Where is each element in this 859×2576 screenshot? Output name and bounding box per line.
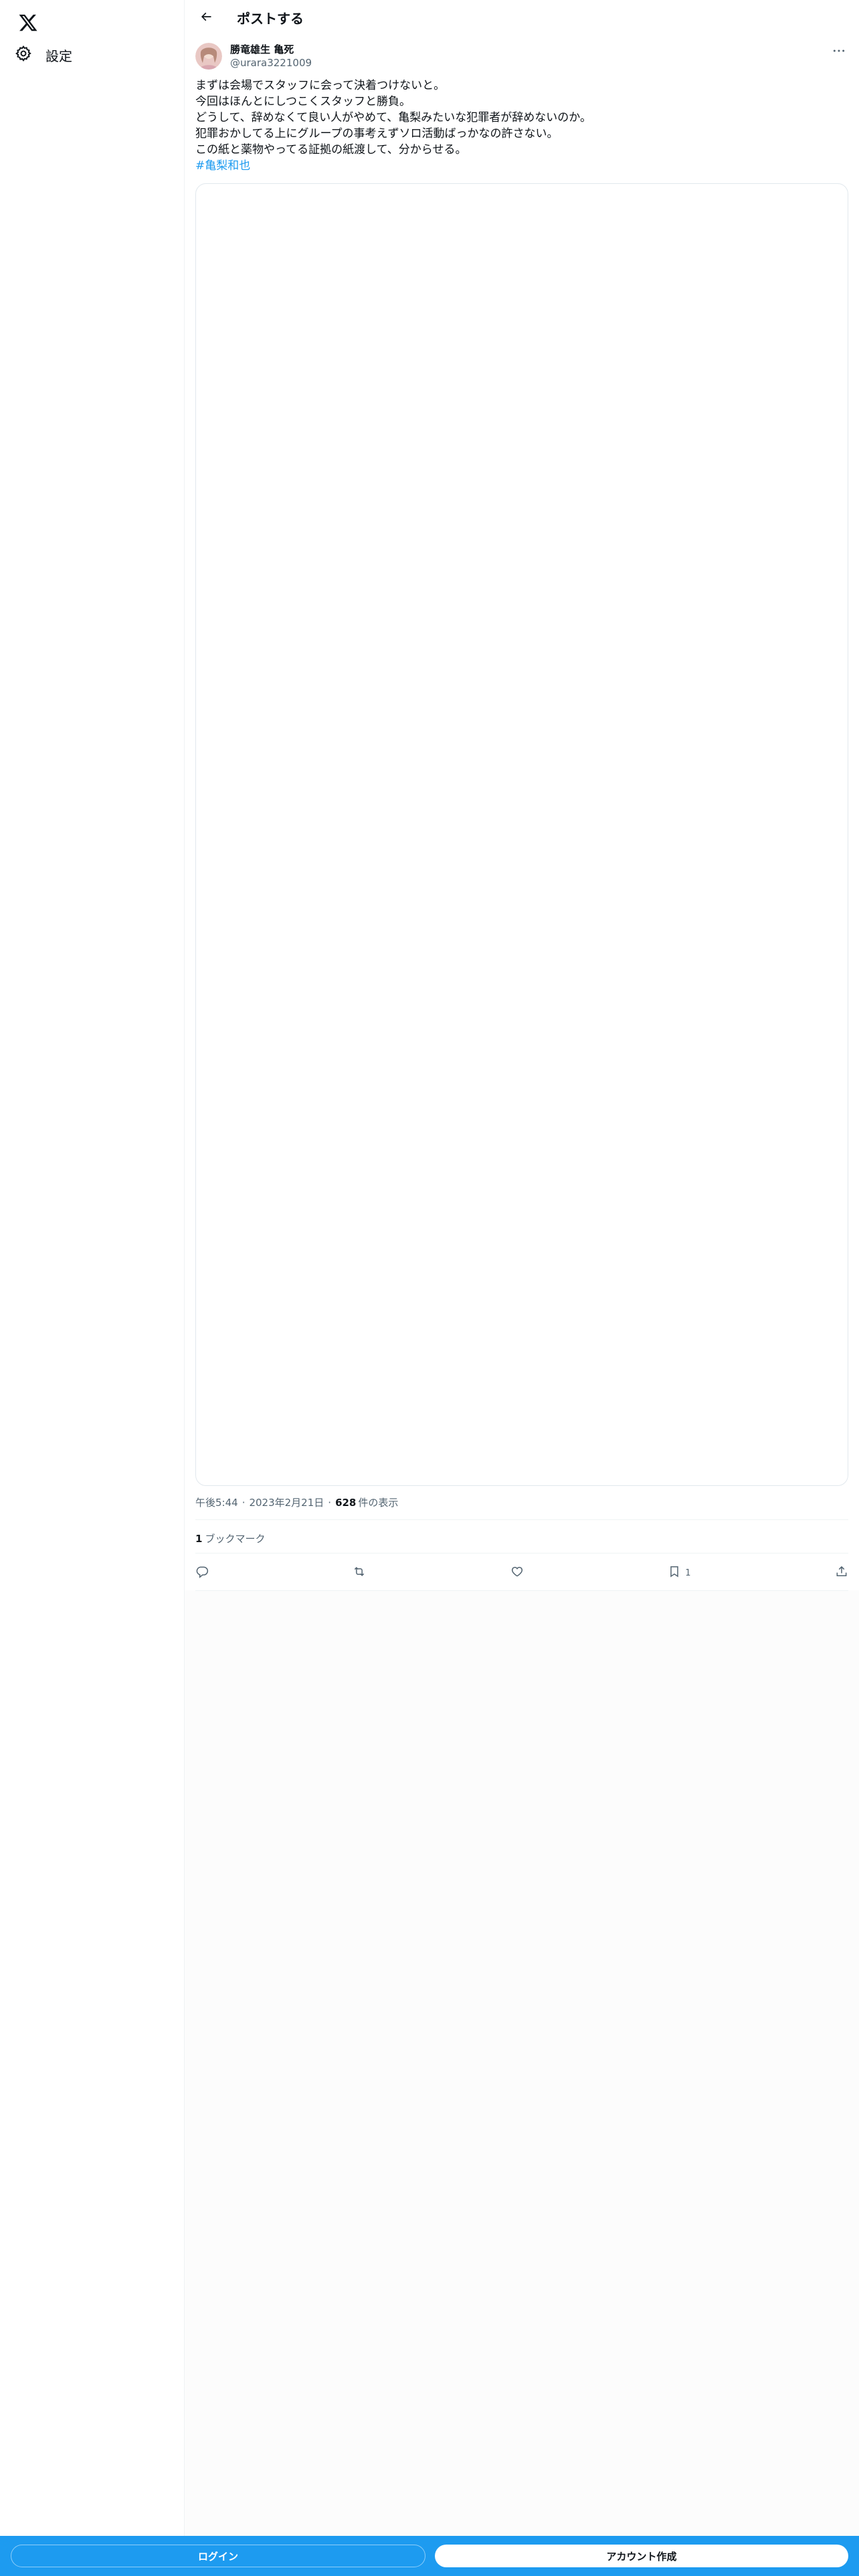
- reply-button[interactable]: [195, 1561, 209, 1585]
- repost-button[interactable]: [353, 1561, 366, 1585]
- divider: [195, 1590, 848, 1591]
- post-text: まずは会場でスタッフに会って決着つけないと。 今回はほんとにしつこくスタッフと勝…: [195, 78, 843, 174]
- share-button[interactable]: [835, 1561, 848, 1585]
- post-text-line: 犯罪おかしてる上にグループの事考えずソロ活動ばっかなの許さない。: [195, 127, 559, 140]
- login-button[interactable]: ログイン: [11, 2545, 425, 2567]
- arrow-left-icon: [199, 10, 213, 26]
- bookmark-label: ブックマーク: [205, 1533, 266, 1545]
- post-text-line: どうして、辞めなくて良い人がやめて、亀梨みたいな犯罪者が辞めないのか。: [195, 111, 591, 124]
- reply-icon: [195, 1565, 209, 1581]
- views-label: 件の表示: [358, 1497, 399, 1509]
- bookmark-action-count: 1: [685, 1568, 691, 1578]
- app-root: 設定 ポストする 勝竜雄生 亀死 @urara3221009 まずは会場でスタッ…: [0, 0, 859, 2576]
- like-button[interactable]: [510, 1561, 524, 1585]
- main-column: ポストする 勝竜雄生 亀死 @urara3221009 まずは会場でスタッフに会…: [185, 0, 859, 2576]
- post-time[interactable]: 午後5:44: [195, 1495, 238, 1509]
- post-text-line: まずは会場でスタッフに会って決着つけないと。: [195, 79, 446, 92]
- more-dots-icon: [832, 43, 846, 56]
- gear-icon: [15, 45, 32, 65]
- back-button[interactable]: [194, 6, 218, 30]
- bottom-signup-bar: ログイン アカウント作成: [0, 2536, 859, 2576]
- empty-area: [185, 1590, 859, 2536]
- post-text-line: この紙と薬物やってる証拠の紙渡して、分からせる。: [195, 143, 467, 156]
- bookmark-count: 1: [195, 1533, 203, 1545]
- share-icon: [835, 1565, 848, 1581]
- left-nav: 設定: [0, 0, 185, 2576]
- page-title: ポストする: [237, 11, 304, 27]
- post-date[interactable]: 2023年2月21日: [249, 1495, 324, 1509]
- separator-dot: ·: [242, 1496, 246, 1509]
- top-bar: ポストする: [185, 0, 859, 35]
- post-text-line: 今回はほんとにしつこくスタッフと勝負。: [195, 95, 411, 108]
- nav-item-settings-label: 設定: [45, 47, 72, 64]
- signup-button[interactable]: アカウント作成: [435, 2545, 848, 2567]
- post-media[interactable]: [195, 183, 848, 1486]
- more-button[interactable]: [830, 43, 848, 56]
- hashtag-link[interactable]: #亀梨和也: [195, 158, 843, 174]
- divider: [195, 1519, 848, 1520]
- post-metadata: 午後5:44 · 2023年2月21日 · 628 件の表示: [195, 1495, 398, 1509]
- post-actions: 1: [195, 1557, 848, 1589]
- bookmark-stats[interactable]: 1 ブックマーク: [195, 1531, 265, 1545]
- author-handle[interactable]: @urara3221009: [230, 56, 312, 70]
- separator-dot: ·: [328, 1496, 332, 1509]
- x-logo-icon[interactable]: [11, 5, 45, 40]
- heart-icon: [510, 1565, 524, 1581]
- author-display-name[interactable]: 勝竜雄生 亀死: [230, 43, 312, 56]
- repost-icon: [353, 1565, 366, 1581]
- avatar[interactable]: [195, 43, 222, 70]
- post-author[interactable]: 勝竜雄生 亀死 @urara3221009: [195, 43, 312, 70]
- bookmark-icon: [668, 1565, 681, 1581]
- author-names: 勝竜雄生 亀死 @urara3221009: [230, 43, 312, 70]
- bookmark-button[interactable]: 1: [668, 1561, 691, 1585]
- views-count: 628: [335, 1496, 357, 1509]
- nav-item-settings[interactable]: 設定: [5, 37, 82, 72]
